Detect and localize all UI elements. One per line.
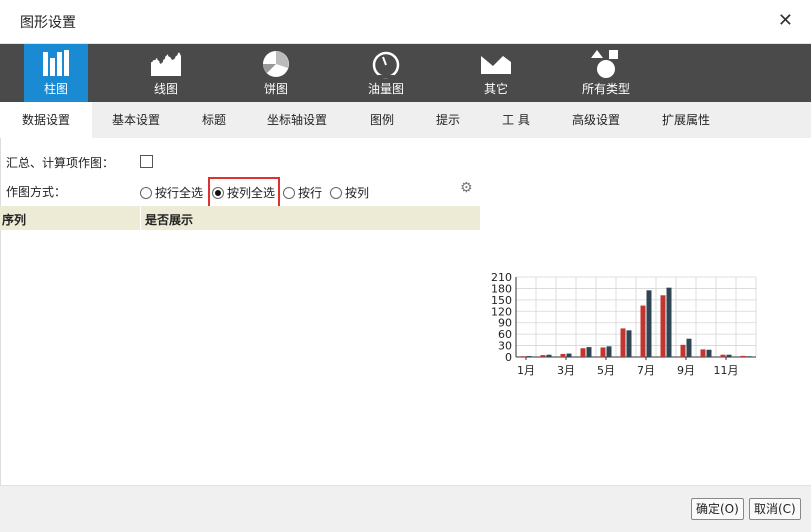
y-tick-label: 90 bbox=[498, 317, 512, 330]
bar bbox=[540, 355, 546, 357]
tab-data-settings[interactable]: 数据设置 bbox=[0, 102, 92, 138]
pie-chart-icon bbox=[263, 51, 289, 77]
column-header-display: 是否展示 bbox=[145, 213, 194, 227]
tab-advanced[interactable]: 高级设置 bbox=[554, 102, 638, 138]
chart-type-label: 其它 bbox=[483, 82, 508, 96]
bar bbox=[566, 353, 572, 357]
radio-dot bbox=[283, 187, 295, 199]
area-icon bbox=[481, 56, 511, 74]
tab-tooltip[interactable]: 提示 bbox=[418, 102, 478, 138]
chart-preview: 0306090120150180210 1月 3月 5月 7月 9月 11月 bbox=[491, 271, 757, 377]
tab-legend[interactable]: 图例 bbox=[346, 102, 418, 138]
bar bbox=[620, 328, 626, 357]
chart-type-line-chart[interactable]: 线图 bbox=[134, 44, 198, 102]
x-tick-label: 3月 bbox=[557, 364, 575, 377]
radio-label: 按行 bbox=[298, 186, 323, 200]
selection-highlight-box bbox=[208, 177, 280, 209]
dialog-title: 图形设置 bbox=[20, 15, 76, 31]
chart-type-gauge[interactable]: 油量图 bbox=[354, 44, 418, 102]
summary-label: 汇总、计算项作图： bbox=[6, 156, 115, 170]
shapes-icon bbox=[591, 50, 618, 78]
bar bbox=[660, 295, 666, 357]
x-tick-label: 9月 bbox=[677, 364, 695, 377]
radio-dot bbox=[330, 187, 342, 199]
bar bbox=[666, 287, 672, 357]
tab-basic-settings[interactable]: 基本设置 bbox=[92, 102, 180, 138]
settings-tabbar: 数据设置 基本设置 标题 坐标轴设置 图例 提示 工 具 高级设置 扩展属性 bbox=[0, 102, 811, 138]
chart-type-other[interactable]: 其它 bbox=[464, 44, 528, 102]
bar-chart-icon bbox=[43, 50, 69, 76]
tab-title[interactable]: 标题 bbox=[180, 102, 248, 138]
bar bbox=[740, 355, 746, 357]
y-tick-label: 150 bbox=[491, 294, 512, 307]
radio-by-column[interactable]: 按列 bbox=[330, 185, 369, 201]
bar bbox=[706, 349, 712, 357]
bar bbox=[720, 354, 726, 357]
radio-by-row[interactable]: 按行 bbox=[283, 185, 322, 201]
tab-tools[interactable]: 工 具 bbox=[478, 102, 554, 138]
y-tick-label: 120 bbox=[491, 305, 512, 318]
bar bbox=[686, 338, 692, 357]
chart-type-bar-chart[interactable]: 柱图 bbox=[24, 44, 88, 102]
chart-type-label: 饼图 bbox=[263, 82, 288, 96]
x-tick-label: 1月 bbox=[517, 364, 535, 377]
column-divider bbox=[140, 206, 141, 230]
dialog-footer: 确定(O) 取消(C) bbox=[0, 485, 811, 532]
x-tick-label: 7月 bbox=[637, 364, 655, 377]
bar bbox=[546, 354, 552, 357]
bar bbox=[586, 347, 592, 357]
bar bbox=[580, 348, 586, 357]
chart-type-label: 柱图 bbox=[43, 82, 68, 96]
bar bbox=[726, 354, 732, 357]
chart-type-all[interactable]: 所有类型 bbox=[574, 44, 638, 102]
x-tick-label: 5月 bbox=[597, 364, 615, 377]
bar bbox=[526, 356, 532, 357]
line-chart-icon bbox=[150, 51, 181, 76]
bar bbox=[700, 349, 706, 357]
column-header-series: 序列 bbox=[2, 213, 27, 227]
dialog-titlebar: 图形设置 ✕ bbox=[0, 0, 811, 44]
bar bbox=[560, 353, 566, 357]
chart-type-bar: 柱图 线图 饼图 油量图 其它 所有类型 bbox=[0, 44, 811, 102]
radio-label: 按行全选 bbox=[155, 186, 204, 200]
cancel-button[interactable]: 取消(C) bbox=[749, 498, 801, 520]
x-tick-label: 11月 bbox=[714, 364, 739, 377]
chart-type-pie-chart[interactable]: 饼图 bbox=[244, 44, 308, 102]
series-grid-header: 序列 是否展示 bbox=[0, 206, 480, 230]
bar bbox=[746, 356, 752, 357]
radio-row-select-all[interactable]: 按行全选 bbox=[140, 185, 203, 201]
radio-label: 按列 bbox=[345, 186, 370, 200]
tab-extended-properties[interactable]: 扩展属性 bbox=[638, 102, 734, 138]
y-tick-label: 60 bbox=[498, 328, 512, 341]
bar bbox=[680, 344, 686, 357]
bar bbox=[606, 346, 612, 357]
chart-type-label: 所有类型 bbox=[581, 82, 630, 96]
bar bbox=[646, 290, 652, 357]
radio-dot bbox=[140, 187, 152, 199]
y-tick-label: 30 bbox=[498, 340, 512, 353]
summary-checkbox[interactable] bbox=[140, 155, 153, 168]
bar bbox=[520, 356, 526, 357]
tab-axis-settings[interactable]: 坐标轴设置 bbox=[248, 102, 346, 138]
gear-icon[interactable]: ⚙ bbox=[460, 180, 473, 196]
bar bbox=[626, 330, 632, 357]
y-tick-label: 0 bbox=[505, 351, 512, 364]
gauge-icon bbox=[372, 51, 400, 79]
mode-label: 作图方式： bbox=[6, 185, 67, 199]
ok-button[interactable]: 确定(O) bbox=[691, 498, 744, 520]
chart-type-label: 线图 bbox=[153, 82, 178, 96]
y-tick-label: 180 bbox=[491, 282, 512, 295]
close-icon[interactable]: ✕ bbox=[778, 10, 793, 32]
left-border bbox=[0, 138, 1, 488]
bar bbox=[640, 305, 646, 357]
chart-type-label: 油量图 bbox=[367, 82, 404, 96]
y-tick-label: 210 bbox=[491, 271, 512, 284]
bar bbox=[600, 347, 606, 357]
